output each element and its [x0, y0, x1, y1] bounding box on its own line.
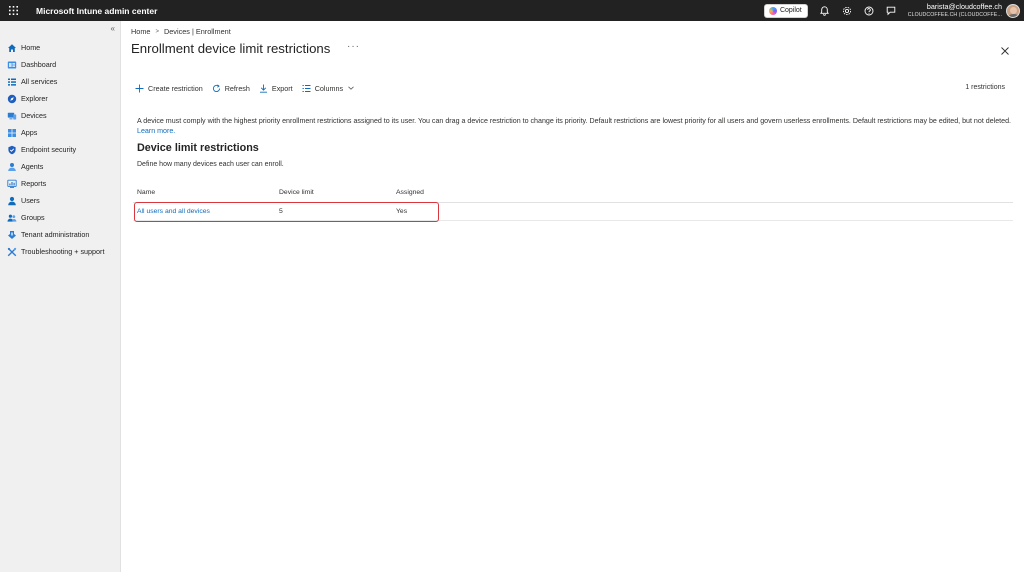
sidebar-item-label: Users [21, 196, 40, 205]
sidebar-item-label: Reports [21, 179, 47, 188]
page-title: Enrollment device limit restrictions [131, 41, 331, 56]
section-title: Device limit restrictions [137, 142, 259, 154]
groups-icon [7, 213, 17, 223]
chevron-right-icon: > [155, 28, 159, 35]
sidebar-item-label: Tenant administration [21, 230, 90, 239]
feedback-icon[interactable] [880, 0, 902, 21]
explorer-icon [7, 94, 17, 104]
user-icon [7, 196, 17, 206]
highlight-box [134, 202, 439, 222]
sidebar-item-label: Devices [21, 111, 47, 120]
plus-icon [135, 84, 144, 92]
create-restriction-button[interactable]: Create restriction [135, 84, 203, 93]
sidebar-item-label: Explorer [21, 94, 48, 103]
account-email: barista@cloudcoffee.ch [926, 2, 1002, 12]
table-header: Name Device limit Assigned [133, 183, 1013, 203]
columns-label: Columns [314, 83, 344, 93]
home-icon [7, 43, 17, 53]
top-right-controls: Copilot barista@cloudcoffee.ch CLOUDCOFF… [763, 0, 1024, 21]
shield-icon [7, 145, 17, 155]
top-bar: Microsoft Intune admin center Copilot ba… [0, 0, 1024, 21]
description-text: A device must comply with the highest pr… [137, 117, 1011, 125]
sidebar-item-label: Home [21, 43, 41, 52]
copilot-label: Copilot [779, 7, 802, 14]
section-subtitle: Define how many devices each user can en… [137, 161, 284, 168]
sidebar-item-tenant-administration[interactable]: Tenant administration [0, 226, 121, 243]
copilot-icon [768, 6, 777, 15]
sidebar-item-users[interactable]: Users [0, 192, 121, 209]
tenant-icon [7, 230, 17, 240]
close-icon[interactable] [1000, 43, 1010, 55]
chevron-down-icon [348, 86, 354, 90]
breadcrumb-devices-enrollment[interactable]: Devices | Enrollment [164, 27, 231, 36]
column-header-assigned[interactable]: Assigned [396, 189, 496, 196]
refresh-icon [212, 83, 220, 92]
help-icon[interactable] [858, 0, 880, 21]
table-row[interactable]: All users and all devices 5 Yes [133, 202, 1013, 222]
bell-icon[interactable] [814, 0, 836, 21]
agents-icon [7, 162, 17, 172]
reports-icon [7, 179, 17, 189]
main-content: Home > Devices | Enrollment Enrollment d… [121, 21, 1024, 572]
sidebar-item-explorer[interactable]: Explorer [0, 90, 121, 107]
waffle-icon[interactable] [1, 0, 25, 21]
devices-icon [7, 111, 17, 121]
refresh-button[interactable]: Refresh [212, 84, 250, 93]
refresh-label: Refresh [224, 83, 250, 93]
restrictions-table: Name Device limit Assigned All users and… [133, 183, 1013, 222]
sidebar-item-troubleshooting-support[interactable]: Troubleshooting + support [0, 243, 121, 260]
sidebar: « Home Dashboard All services Explorer D… [0, 21, 121, 572]
copilot-button[interactable]: Copilot [763, 3, 808, 18]
create-restriction-label: Create restriction [148, 83, 203, 93]
columns-button[interactable]: Columns [302, 84, 355, 93]
all-services-icon [7, 77, 17, 87]
toolbar: Create restriction Refresh Export Column… [135, 81, 364, 95]
export-label: Export [271, 83, 293, 93]
collapse-sidebar-icon[interactable]: « [111, 24, 115, 33]
column-header-name[interactable]: Name [133, 189, 279, 196]
sidebar-item-home[interactable]: Home [0, 39, 121, 56]
more-options-icon[interactable]: ··· [347, 41, 360, 52]
sidebar-item-endpoint-security[interactable]: Endpoint security [0, 141, 121, 158]
sidebar-item-apps[interactable]: Apps [0, 124, 121, 141]
sidebar-nav: Home Dashboard All services Explorer Dev… [0, 39, 121, 260]
sidebar-item-label: Groups [21, 213, 45, 222]
restrictions-count: 1 restrictions [965, 84, 1005, 91]
sidebar-item-label: Apps [21, 128, 38, 137]
export-button[interactable]: Export [259, 84, 293, 93]
apps-icon [7, 128, 17, 138]
breadcrumb: Home > Devices | Enrollment [131, 27, 231, 36]
account-tenant: CLOUDCOFFEE.CH (CLOUDCOFFE... [907, 11, 1002, 18]
sidebar-item-all-services[interactable]: All services [0, 73, 121, 90]
download-icon [259, 84, 267, 93]
sidebar-item-dashboard[interactable]: Dashboard [0, 56, 121, 73]
sidebar-item-label: Endpoint security [21, 145, 77, 154]
sidebar-item-label: All services [21, 77, 58, 86]
account-info[interactable]: barista@cloudcoffee.ch CLOUDCOFFEE.CH (C… [908, 3, 1002, 17]
app-title[interactable]: Microsoft Intune admin center [36, 6, 157, 16]
sidebar-item-agents[interactable]: Agents [0, 158, 121, 175]
wrench-icon [7, 247, 17, 257]
sidebar-item-groups[interactable]: Groups [0, 209, 121, 226]
breadcrumb-home[interactable]: Home [131, 27, 150, 36]
description: A device must comply with the highest pr… [137, 116, 1011, 136]
sidebar-item-label: Troubleshooting + support [21, 247, 105, 256]
learn-more-link[interactable]: Learn more. [137, 127, 175, 135]
sidebar-item-reports[interactable]: Reports [0, 175, 121, 192]
sidebar-item-devices[interactable]: Devices [0, 107, 121, 124]
dashboard-icon [7, 60, 17, 70]
gear-icon[interactable] [836, 0, 858, 21]
sidebar-item-label: Agents [21, 162, 44, 171]
sidebar-item-label: Dashboard [21, 60, 57, 69]
columns-icon [302, 84, 311, 92]
avatar[interactable] [1006, 3, 1020, 18]
column-header-device-limit[interactable]: Device limit [279, 189, 396, 196]
